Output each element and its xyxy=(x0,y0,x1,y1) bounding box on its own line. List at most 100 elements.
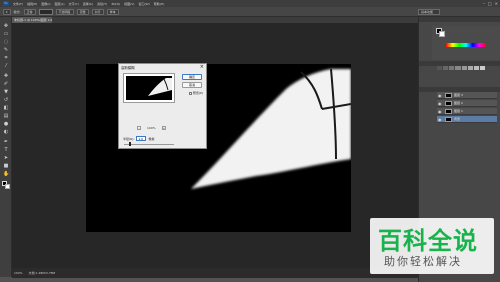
layer-name: 背景 xyxy=(454,117,461,121)
history-brush-tool-icon[interactable]: ↺ xyxy=(3,97,9,103)
radius-input[interactable]: 1.0 xyxy=(136,136,147,141)
close-icon[interactable]: × xyxy=(495,1,498,6)
menu-window[interactable]: 窗口(W) xyxy=(138,2,149,6)
layer-row[interactable]: ◉ 图层 3 xyxy=(437,92,497,99)
layers-panel: ◉ 图层 3 ◉ 图层 2 ◉ 图层 1 ◉ 背景 xyxy=(437,92,497,132)
layer-thumbnail xyxy=(445,117,452,122)
layer-thumbnail xyxy=(445,93,452,98)
layer-name: 图层 1 xyxy=(454,109,463,113)
type-tool-icon[interactable]: T xyxy=(3,147,9,153)
opacity-button[interactable]: 不透明度 xyxy=(55,8,74,15)
eye-icon[interactable]: ◉ xyxy=(438,116,442,123)
swatch[interactable] xyxy=(473,66,479,70)
eyedropper-tool-icon[interactable]: ⁄ xyxy=(3,63,9,69)
shape-tool-icon[interactable]: ■ xyxy=(3,163,9,169)
panel-header xyxy=(419,17,500,22)
menu-view[interactable]: 视图(V) xyxy=(124,2,134,6)
gradient-tool-icon[interactable]: ▤ xyxy=(3,113,9,119)
swatch[interactable] xyxy=(449,66,455,70)
radius-slider-knob[interactable] xyxy=(128,142,131,146)
flow-button[interactable]: 流量 xyxy=(76,8,89,15)
eye-icon[interactable]: ◉ xyxy=(438,100,442,107)
mode-label: 模式: xyxy=(13,9,21,14)
cancel-button[interactable]: 取消 xyxy=(182,82,202,88)
eye-icon[interactable]: ◉ xyxy=(438,108,442,115)
radius-unit: 像素 xyxy=(148,136,155,141)
menu-filter[interactable]: 滤镜(T) xyxy=(97,2,107,6)
layer-name: 图层 2 xyxy=(454,101,463,105)
swatches-grid xyxy=(437,66,485,88)
menu-select[interactable]: 选择(S) xyxy=(83,2,93,6)
ok-button[interactable]: 确定 xyxy=(182,74,202,80)
menu-3d[interactable]: 3D(D) xyxy=(111,2,120,6)
gaussian-blur-dialog: 高斯模糊 × 确定 取消 预览(P) - 100% + 半径(R): 1.0 像… xyxy=(118,63,207,149)
menu-edit[interactable]: 编辑(E) xyxy=(27,2,37,6)
tools-panel: ✥ ▭ ◌ ✎ ⌗ ⁄ ✚ ✐ ▼ ↺ ◧ ▤ ● ◐ ✒ T ➤ ■ ✋ xyxy=(0,17,12,277)
watermark: 百科全说 助你轻松解决 xyxy=(370,218,494,274)
zoom-out-button[interactable]: - xyxy=(137,126,141,130)
layer-name: 图层 3 xyxy=(454,93,463,97)
menu-help[interactable]: 帮助(H) xyxy=(154,2,165,6)
watermark-subtitle: 助你轻松解决 xyxy=(384,255,462,268)
radius-row: 半径(R): 1.0 像素 xyxy=(123,136,154,141)
eraser-tool-icon[interactable]: ◧ xyxy=(3,105,9,111)
dialog-preview[interactable] xyxy=(123,73,175,103)
tool-preset-picker[interactable]: ▾ xyxy=(3,8,11,15)
swatch[interactable] xyxy=(461,66,467,70)
move-tool-icon[interactable]: ✥ xyxy=(3,23,9,29)
status-bar: 100% 文档:1.28M/3.78M xyxy=(12,268,418,278)
minimize-icon[interactable]: – xyxy=(483,1,485,6)
color-panel-background[interactable] xyxy=(439,31,445,37)
layer-row[interactable]: ◉ 图层 2 xyxy=(437,100,497,107)
menu-bar: Ps 文件(F) 编辑(E) 图像(I) 图层(L) 文字(Y) 选择(S) 滤… xyxy=(0,0,500,7)
zoom-value: 100% xyxy=(147,126,156,130)
dodge-tool-icon[interactable]: ◐ xyxy=(3,129,9,135)
window-controls: – □ × xyxy=(483,1,498,6)
zoom-in-button[interactable]: + xyxy=(161,126,166,130)
watermark-title: 百科全说 xyxy=(378,227,478,255)
light-beam-shape xyxy=(191,69,351,189)
photoshop-window: Ps 文件(F) 编辑(E) 图像(I) 图层(L) 文字(Y) 选择(S) 滤… xyxy=(0,0,500,282)
marquee-tool-icon[interactable]: ▭ xyxy=(3,31,9,37)
dialog-title: 高斯模糊 xyxy=(121,66,135,70)
layer-thumbnail xyxy=(445,101,452,106)
lasso-tool-icon[interactable]: ◌ xyxy=(3,39,9,45)
sample-button[interactable]: 样本 xyxy=(106,8,119,15)
radius-slider[interactable] xyxy=(124,142,174,146)
swatch[interactable] xyxy=(443,66,449,70)
pen-tool-icon[interactable]: ✒ xyxy=(3,139,9,145)
aligned-button[interactable]: 对齐 xyxy=(91,8,104,15)
background-color-swatch[interactable] xyxy=(5,184,10,189)
healing-tool-icon[interactable]: ✚ xyxy=(3,73,9,79)
opacity-field[interactable] xyxy=(38,8,53,15)
swatch[interactable] xyxy=(467,66,473,70)
color-spectrum-bar[interactable] xyxy=(446,43,486,47)
checkbox-box[interactable] xyxy=(188,91,192,95)
blur-tool-icon[interactable]: ● xyxy=(3,121,9,127)
layer-row[interactable]: ◉ 图层 1 xyxy=(437,108,497,115)
maximize-icon[interactable]: □ xyxy=(488,1,492,6)
preview-checkbox[interactable]: 预览(P) xyxy=(188,91,203,95)
quick-select-tool-icon[interactable]: ✎ xyxy=(3,47,9,53)
hand-tool-icon[interactable]: ✋ xyxy=(3,171,9,177)
zoom-level[interactable]: 100% xyxy=(14,271,23,275)
swatch[interactable] xyxy=(479,66,485,70)
app-logo: Ps xyxy=(3,1,9,6)
swatch[interactable] xyxy=(455,66,461,70)
preview-zoom-controls: - 100% + xyxy=(137,126,166,130)
menu-type[interactable]: 文字(Y) xyxy=(69,2,79,6)
swatch[interactable] xyxy=(437,66,443,70)
radius-label: 半径(R): xyxy=(123,136,135,141)
menu-file[interactable]: 文件(F) xyxy=(13,2,23,6)
menu-layer[interactable]: 图层(L) xyxy=(55,2,65,6)
menu-image[interactable]: 图像(I) xyxy=(41,2,50,6)
close-icon[interactable]: × xyxy=(200,64,204,70)
workspace-select[interactable]: 基本功能 xyxy=(418,9,440,15)
path-select-tool-icon[interactable]: ➤ xyxy=(3,155,9,161)
crop-tool-icon[interactable]: ⌗ xyxy=(3,55,9,61)
mode-select[interactable]: 正常 xyxy=(23,8,36,15)
eye-icon[interactable]: ◉ xyxy=(438,92,442,99)
layer-row-selected[interactable]: ◉ 背景 xyxy=(437,116,497,123)
brush-tool-icon[interactable]: ✐ xyxy=(3,81,9,87)
stamp-tool-icon[interactable]: ▼ xyxy=(3,89,9,95)
